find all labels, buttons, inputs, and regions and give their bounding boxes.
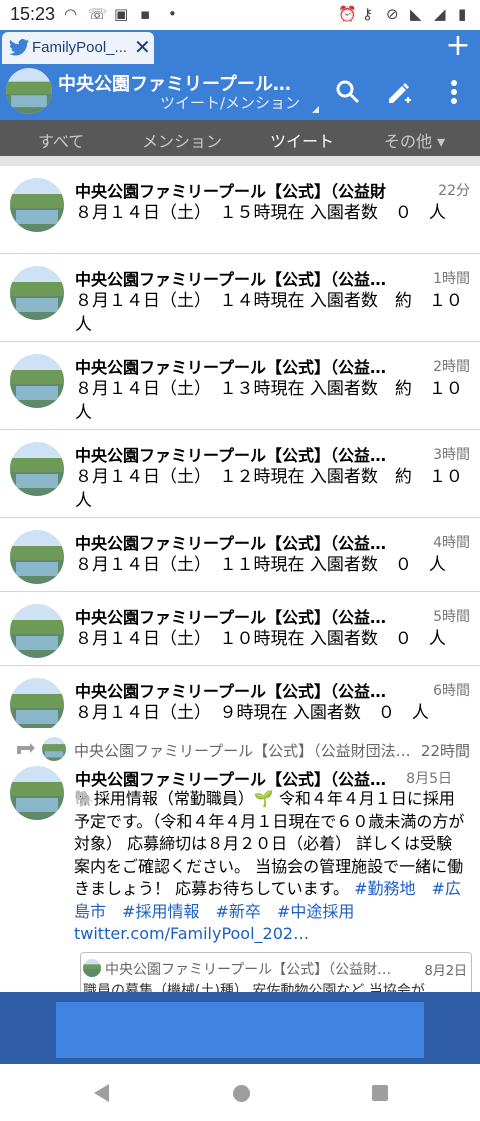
close-icon[interactable]: ✕ — [134, 35, 151, 59]
tweet-list: 中央公園ファミリープール【公式】（公益財 22分 ８月１４日（土） １５時現在 … — [0, 166, 480, 740]
hashtag-link[interactable]: #新卒 — [215, 902, 260, 921]
tab-mentions[interactable]: メンション — [142, 128, 222, 152]
divider — [0, 156, 480, 166]
system-nav-bar — [0, 1064, 480, 1121]
avatar[interactable] — [10, 178, 64, 232]
tweet-author: 中央公園ファミリープール【公式】（公益… — [75, 358, 387, 377]
wifi-icon: ◠ — [64, 5, 78, 23]
tweet-time: 6時間 — [433, 683, 470, 699]
avatar[interactable] — [10, 678, 64, 732]
tweet-time: 4時間 — [433, 535, 470, 551]
page-subtitle[interactable]: ツイート/メンション — [160, 92, 300, 113]
alarm-icon: ⏰ — [338, 5, 357, 23]
quoted-author: 中央公園ファミリープール【公式】（公益財… — [105, 962, 392, 978]
hashtag-link[interactable]: #採用情報 — [122, 902, 199, 921]
tweet-row[interactable]: 中央公園ファミリープール【公式】（公益… 3時間 ８月１４日（土） １２時現在 … — [0, 430, 480, 518]
tweet-row[interactable]: 中央公園ファミリープール【公式】（公益… 2時間 ８月１４日（土） １３時現在 … — [0, 342, 480, 430]
dot-icon: • — [168, 5, 177, 23]
tab-strip: FamilyPool_... ✕ — [0, 30, 480, 64]
filter-bar: すべて メンション ツイート その他 ▾ — [0, 120, 480, 156]
key-icon: ⚷ — [362, 5, 373, 23]
retweeter-avatar[interactable] — [42, 737, 66, 761]
tweet-time: 2時間 — [433, 359, 470, 375]
tweet-link[interactable]: twitter.com/FamilyPool_202… — [74, 924, 309, 943]
tweet-text: ８月１４日（土） １３時現在 入園者数 約 １０ 人 — [75, 379, 463, 423]
battery-icon: ▮ — [458, 5, 467, 23]
tweet-author: 中央公園ファミリープール【公式】（公益財 — [75, 182, 387, 201]
quoted-time: 8月2日 — [424, 964, 467, 979]
dropdown-icon — [312, 106, 319, 113]
tab-other[interactable]: その他 ▾ — [384, 128, 445, 152]
home-icon[interactable] — [233, 1085, 250, 1102]
tweet-text: ８月１４日（土） １０時現在 入園者数 ０ 人 — [75, 629, 446, 649]
wifi-calling-icon: ☏ — [88, 5, 107, 23]
tweet-time: 22分 — [438, 183, 470, 199]
signal-icon: ◢ — [434, 5, 446, 23]
tweet-time: 8月5日 — [406, 771, 452, 787]
back-icon[interactable] — [94, 1084, 109, 1102]
tweet-author: 中央公園ファミリープール【公式】（公益… — [75, 534, 387, 553]
tweet-text: ８月１４日（土） １４時現在 入園者数 約 １０ 人 — [75, 291, 463, 335]
retweeter-name: 中央公園ファミリープール【公式】（公益財団法… — [74, 742, 411, 760]
avatar[interactable] — [10, 266, 64, 320]
app-notification-icon: ▣ — [114, 5, 129, 23]
tab-tweets[interactable]: ツイート — [270, 128, 334, 152]
avatar — [83, 959, 101, 977]
quoted-tweet[interactable]: 中央公園ファミリープール【公式】（公益財… 8月2日 職員の募集（機械(土)種）… — [80, 952, 472, 994]
tweet-time: 3時間 — [433, 447, 470, 463]
hashtag-link[interactable]: #勤務地 — [354, 879, 415, 898]
ad-banner[interactable] — [56, 1002, 424, 1058]
search-icon[interactable] — [334, 78, 362, 106]
status-time: 15:23 — [10, 4, 56, 24]
retweet-icon — [17, 743, 35, 754]
retweet-item[interactable]: 中央公園ファミリープール【公式】（公益財団法… 22時間 中央公園ファミリープー… — [0, 728, 480, 994]
tweet-time: 1時間 — [433, 271, 470, 287]
bottom-bar — [0, 992, 480, 1064]
app-bar: 中央公園ファミリープール… ツイート/メンション — [0, 64, 480, 120]
compose-icon[interactable] — [386, 78, 414, 106]
hashtag-link[interactable]: #中途採用 — [277, 902, 354, 921]
avatar[interactable] — [10, 442, 64, 496]
add-tab-button[interactable]: + — [440, 30, 476, 64]
tweet-text: ８月１４日（土） ９時現在 入園者数 ０ 人 — [75, 703, 429, 723]
tweet-row[interactable]: 中央公園ファミリープール【公式】（公益財 22分 ８月１４日（土） １５時現在 … — [0, 166, 480, 254]
avatar[interactable] — [10, 530, 64, 584]
mute-icon: ⊘ — [386, 5, 399, 23]
tweet-text: ８月１４日（土） １２時現在 入園者数 約 １０ 人 — [75, 467, 463, 511]
tweet-text: 🐘採用情報（常勤職員）🌱 令和４年４月１日に採用予定です。（令和４年４月１日現在… — [74, 788, 466, 923]
tweet-author: 中央公園ファミリープール【公式】（公益… — [75, 770, 387, 789]
avatar[interactable] — [10, 604, 64, 658]
tab-other-label: その他 — [384, 132, 433, 151]
tab-familypool[interactable]: FamilyPool_... ✕ — [2, 32, 154, 64]
tweet-author: 中央公園ファミリープール【公式】（公益… — [75, 608, 387, 627]
tweet-author: 中央公園ファミリープール【公式】（公益… — [75, 270, 387, 289]
status-bar: 15:23 ◠ ☏ ▣ ▪ • ⏰ ⚷ ⊘ ◣ ◢ ▮ — [0, 0, 480, 30]
tab-label: FamilyPool_... — [32, 39, 128, 56]
avatar[interactable] — [10, 354, 64, 408]
tweet-author: 中央公園ファミリープール【公式】（公益… — [75, 446, 387, 465]
tweet-row[interactable]: 中央公園ファミリープール【公式】（公益… 4時間 ８月１４日（土） １１時現在 … — [0, 518, 480, 592]
app-notification-icon: ▪ — [140, 5, 151, 23]
tweet-text: ８月１４日（土） １１時現在 入園者数 ０ 人 — [75, 555, 446, 575]
tweet-row[interactable]: 中央公園ファミリープール【公式】（公益… 1時間 ８月１４日（土） １４時現在 … — [0, 254, 480, 342]
tweet-author: 中央公園ファミリープール【公式】（公益… — [75, 682, 387, 701]
recents-icon[interactable] — [372, 1085, 388, 1101]
tweet-text: ８月１４日（土） １５時現在 入園者数 ０ 人 — [75, 203, 446, 223]
more-vert-icon[interactable] — [440, 78, 468, 106]
avatar[interactable] — [10, 766, 64, 820]
avatar[interactable] — [6, 68, 52, 114]
wifi-icon: ◣ — [410, 5, 422, 23]
tweet-time: 5時間 — [433, 609, 470, 625]
tweet-row[interactable]: 中央公園ファミリープール【公式】（公益… 5時間 ８月１４日（土） １０時現在 … — [0, 592, 480, 666]
twitter-bird-icon — [8, 39, 30, 56]
tab-all[interactable]: すべて — [38, 128, 84, 152]
retweet-time: 22時間 — [420, 742, 470, 760]
